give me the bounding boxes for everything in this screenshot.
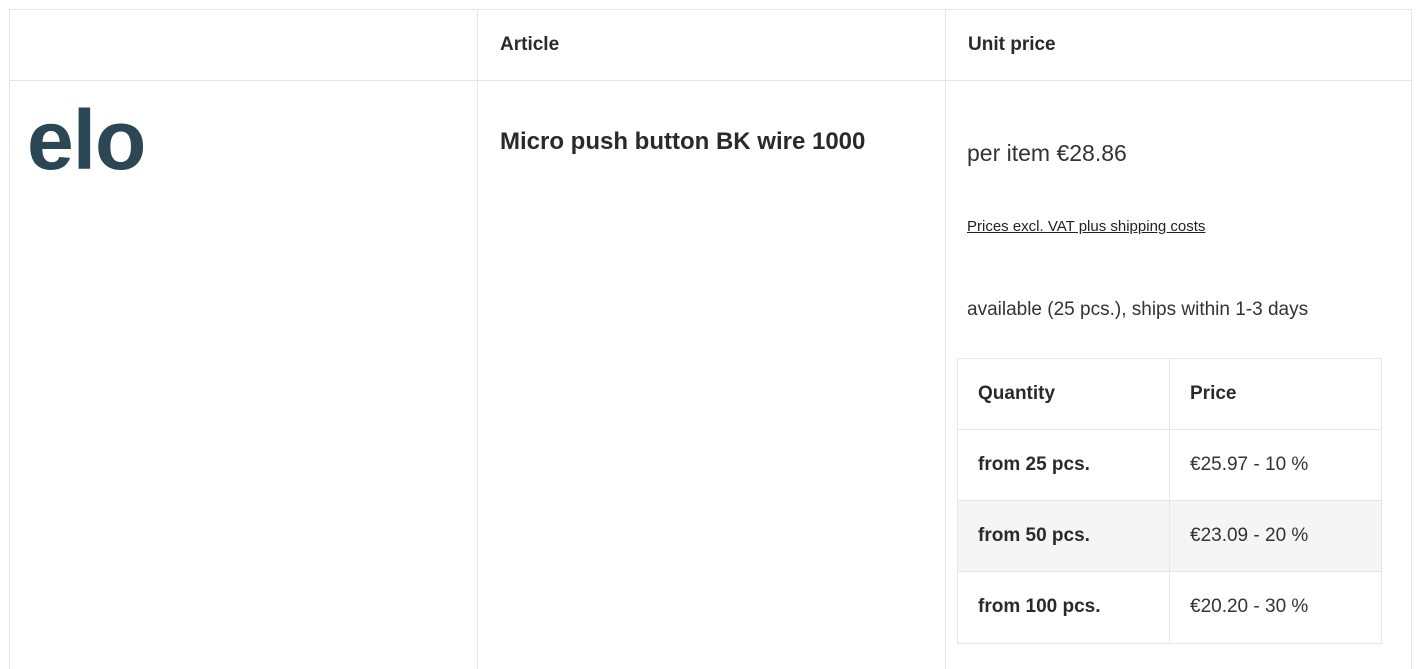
availability-status: available (25 pcs.), ships within 1-3 da… [967, 299, 1309, 320]
bulk-price-row: from 50 pcs. €23.09 - 20 % [958, 501, 1381, 572]
tier-quantity: from 50 pcs. [978, 525, 1090, 546]
product-name-link[interactable]: Micro push button BK wire 1000 [500, 127, 900, 156]
brand-logo[interactable]: elo [27, 98, 146, 182]
bulk-price-table: Quantity Price from 25 pcs. €25.97 - 10 … [957, 358, 1382, 644]
bulk-price-header-row: Quantity Price [958, 359, 1381, 430]
header-divider [10, 80, 1411, 81]
cell-divider [1169, 359, 1170, 429]
column-header-article: Article [500, 34, 560, 55]
column-divider [477, 10, 478, 669]
tier-price: €20.20 - 30 % [1190, 596, 1309, 617]
cell-divider [1169, 430, 1170, 500]
quantity-header: Quantity [978, 383, 1056, 404]
column-header-unit-price: Unit price [968, 34, 1056, 55]
unit-price: per item €28.86 [967, 140, 1127, 166]
tier-quantity: from 100 pcs. [978, 596, 1101, 617]
column-divider [945, 10, 946, 669]
tier-price: €25.97 - 10 % [1190, 454, 1309, 475]
price-header: Price [1190, 383, 1237, 404]
tier-price: €23.09 - 20 % [1190, 525, 1309, 546]
bulk-price-row: from 100 pcs. €20.20 - 30 % [958, 572, 1381, 643]
cell-divider [1169, 572, 1170, 643]
cell-divider [1169, 501, 1170, 571]
bulk-price-row: from 25 pcs. €25.97 - 10 % [958, 430, 1381, 501]
tier-quantity: from 25 pcs. [978, 454, 1090, 475]
vat-shipping-link[interactable]: Prices excl. VAT plus shipping costs [967, 218, 1205, 235]
